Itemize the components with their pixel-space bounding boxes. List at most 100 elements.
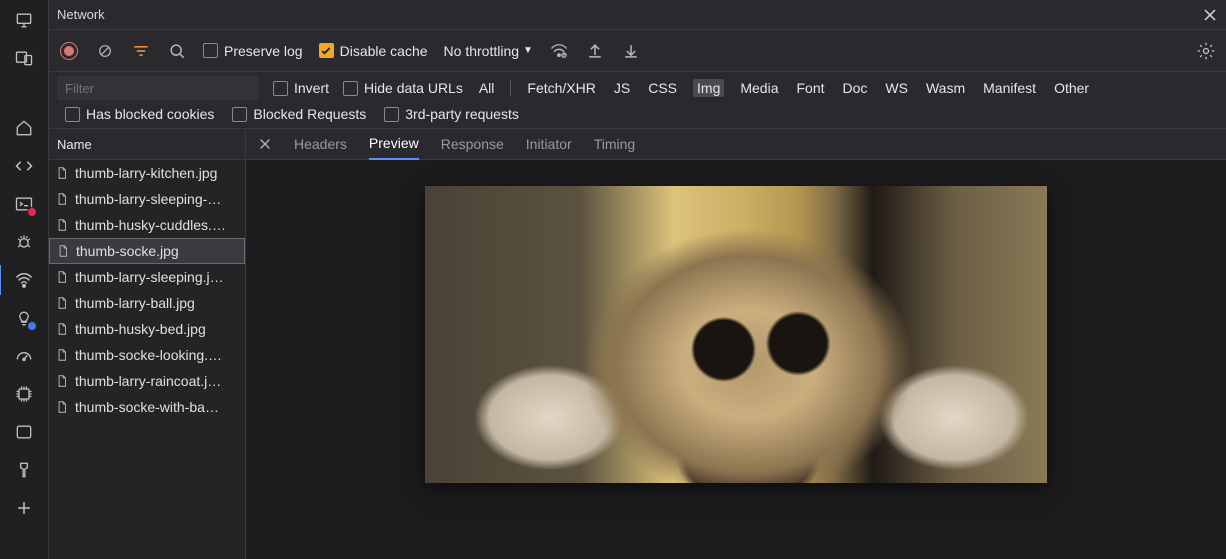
filter-type-media[interactable]: Media <box>738 79 780 97</box>
home-icon[interactable] <box>12 116 36 140</box>
request-list: thumb-larry-kitchen.jpg thumb-larry-sleep… <box>49 160 245 559</box>
network-icon[interactable] <box>12 268 36 292</box>
throttling-select[interactable]: No throttling ▼ <box>444 43 533 59</box>
throttling-label: No throttling <box>444 43 519 59</box>
filter-type-wasm[interactable]: Wasm <box>924 79 967 97</box>
filter-type-img[interactable]: Img <box>693 79 724 97</box>
detail-panel: Headers Preview Response Initiator Timin… <box>246 129 1226 559</box>
request-row[interactable]: thumb-larry-sleeping.j… <box>49 264 245 290</box>
tab-headers[interactable]: Headers <box>294 129 347 160</box>
hide-data-urls-checkbox[interactable]: Hide data URLs <box>343 80 463 96</box>
file-icon <box>55 348 69 362</box>
filter-type-font[interactable]: Font <box>795 79 827 97</box>
request-name: thumb-socke-looking.… <box>75 347 222 363</box>
export-har-icon[interactable] <box>621 41 641 61</box>
activity-bar <box>0 0 49 559</box>
filter-bar: Invert Hide data URLs All Fetch/XHR JS C… <box>49 72 1226 129</box>
request-row[interactable]: thumb-larry-ball.jpg <box>49 290 245 316</box>
filter-divider <box>510 80 511 96</box>
body: Name thumb-larry-kitchen.jpgthumb-larry-… <box>49 129 1226 559</box>
clear-icon[interactable] <box>95 41 115 61</box>
file-icon <box>56 244 70 258</box>
filter-type-fetch[interactable]: Fetch/XHR <box>525 79 597 97</box>
chevron-down-icon: ▼ <box>523 45 533 56</box>
request-name: thumb-larry-ball.jpg <box>75 295 195 311</box>
import-har-icon[interactable] <box>585 41 605 61</box>
file-icon <box>55 322 69 336</box>
hide-urls-label: Hide data URLs <box>364 80 463 96</box>
request-name: thumb-larry-kitchen.jpg <box>75 165 217 181</box>
request-row[interactable]: thumb-socke-looking.… <box>49 342 245 368</box>
record-button[interactable] <box>59 41 79 61</box>
file-icon <box>55 400 69 414</box>
filter-type-css[interactable]: CSS <box>646 79 679 97</box>
request-name: thumb-husky-bed.jpg <box>75 321 206 337</box>
requests-panel: Name thumb-larry-kitchen.jpgthumb-larry-… <box>49 129 246 559</box>
network-conditions-icon[interactable] <box>549 41 569 61</box>
has-blocked-cookies-label: Has blocked cookies <box>86 106 214 122</box>
invert-checkbox[interactable]: Invert <box>273 80 329 96</box>
has-blocked-cookies-checkbox[interactable]: Has blocked cookies <box>65 106 214 122</box>
responsive-icon[interactable] <box>12 46 36 70</box>
add-icon[interactable] <box>12 496 36 520</box>
request-row[interactable]: thumb-socke-with-ba… <box>49 394 245 420</box>
file-icon <box>55 192 69 206</box>
filter-type-other[interactable]: Other <box>1052 79 1091 97</box>
close-icon[interactable] <box>1202 7 1218 23</box>
third-party-checkbox[interactable]: 3rd-party requests <box>384 106 519 122</box>
file-icon <box>55 296 69 310</box>
resource-type-filters: All Fetch/XHR JS CSS Img Media Font Doc … <box>477 79 1091 97</box>
style-icon[interactable] <box>12 458 36 482</box>
disable-cache-label: Disable cache <box>340 43 428 59</box>
memory-icon[interactable] <box>12 382 36 406</box>
main: Network Preserve log Disable cache No th… <box>49 0 1226 559</box>
tab-preview[interactable]: Preview <box>369 129 419 160</box>
request-name: thumb-larry-sleeping.j… <box>75 269 224 285</box>
blocked-requests-checkbox[interactable]: Blocked Requests <box>232 106 366 122</box>
request-row[interactable]: thumb-larry-raincoat.j… <box>49 368 245 394</box>
filter-input[interactable] <box>57 76 259 100</box>
storage-icon[interactable] <box>12 420 36 444</box>
file-icon <box>55 218 69 232</box>
gear-icon[interactable] <box>1196 41 1216 61</box>
filter-icon[interactable] <box>131 41 151 61</box>
filter-type-all[interactable]: All <box>477 79 497 97</box>
performance-icon[interactable] <box>12 344 36 368</box>
file-icon <box>55 270 69 284</box>
filter-type-doc[interactable]: Doc <box>841 79 870 97</box>
console-icon[interactable] <box>12 192 36 216</box>
request-row[interactable]: thumb-husky-bed.jpg <box>49 316 245 342</box>
close-details-icon[interactable] <box>258 137 272 151</box>
request-row[interactable]: thumb-larry-kitchen.jpg <box>49 160 245 186</box>
tab-response[interactable]: Response <box>441 129 504 160</box>
panel-title: Network <box>57 7 105 22</box>
request-name: thumb-socke-with-ba… <box>75 399 219 415</box>
search-icon[interactable] <box>167 41 187 61</box>
preserve-log-label: Preserve log <box>224 43 303 59</box>
filter-type-js[interactable]: JS <box>612 79 632 97</box>
request-row[interactable]: thumb-larry-sleeping-… <box>49 186 245 212</box>
filter-type-manifest[interactable]: Manifest <box>981 79 1038 97</box>
preserve-log-checkbox[interactable]: Preserve log <box>203 43 303 59</box>
debugger-icon[interactable] <box>12 230 36 254</box>
request-row[interactable]: thumb-husky-cuddles.… <box>49 212 245 238</box>
preview-area <box>246 160 1226 559</box>
filter-type-ws[interactable]: WS <box>883 79 910 97</box>
code-icon[interactable] <box>12 154 36 178</box>
titlebar: Network <box>49 0 1226 30</box>
inspector-icon[interactable] <box>12 8 36 32</box>
lightbulb-icon[interactable] <box>12 306 36 330</box>
disable-cache-checkbox[interactable]: Disable cache <box>319 43 428 59</box>
request-name: thumb-larry-sleeping-… <box>75 191 221 207</box>
request-name: thumb-husky-cuddles.… <box>75 217 226 233</box>
invert-label: Invert <box>294 80 329 96</box>
file-icon <box>55 166 69 180</box>
tab-timing[interactable]: Timing <box>594 129 636 160</box>
request-row[interactable]: thumb-socke.jpg <box>49 238 245 264</box>
preview-image <box>425 186 1047 483</box>
blocked-requests-label: Blocked Requests <box>253 106 366 122</box>
third-party-label: 3rd-party requests <box>405 106 519 122</box>
toolbar: Preserve log Disable cache No throttling… <box>49 30 1226 72</box>
tab-initiator[interactable]: Initiator <box>526 129 572 160</box>
name-column-header[interactable]: Name <box>49 129 245 160</box>
